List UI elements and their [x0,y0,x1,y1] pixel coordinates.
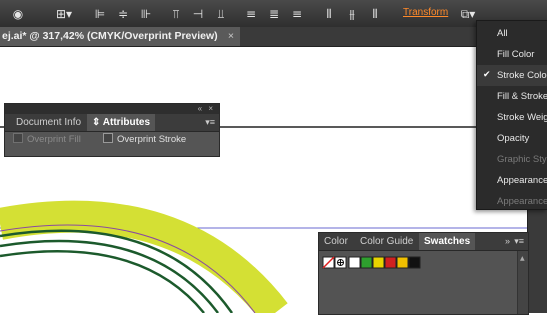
align-right-icon[interactable]: ⊪ [138,7,154,21]
menu-item-label: All [497,28,508,39]
collapse-icon[interactable]: « [198,104,204,113]
transform-link[interactable]: Transform [403,7,448,18]
transform-options-menu: All Fill Color ✔ Stroke Color Fill & Str… [476,20,547,210]
overprint-fill-row: Overprint Fill [13,133,81,145]
right-panel-strip [527,208,547,313]
panel-menu-icon[interactable]: ▾≡ [205,114,215,131]
align-bottom-icon[interactable]: ⫫ [213,7,229,21]
close-tab-icon[interactable]: × [228,27,234,46]
overprint-stroke-checkbox[interactable] [103,133,113,143]
menu-item-label: Fill Color [497,49,535,60]
swatch-black[interactable] [408,256,421,269]
swatch-registration[interactable] [334,256,347,269]
distribute-vcenter-icon[interactable]: ≣ [266,7,282,21]
align-top-icon[interactable]: ⫪ [168,7,184,21]
menu-item-appearance-attribute: Appearance Attribute [477,191,547,212]
panel-header[interactable]: « × [5,104,219,114]
attributes-panel: « × Document Info ⇕ Attributes ▾≡ Overpr… [4,103,220,157]
menu-item-label: Appearance Attribute [497,196,547,207]
document-title: ej.ai* @ 317,42% (CMYK/Overprint Preview… [2,30,218,42]
distribute-hcenter-icon[interactable]: ⫵ [344,7,360,21]
tab-attributes[interactable]: ⇕ Attributes [87,114,156,131]
panel-menu-icon[interactable]: ▾≡ [514,233,524,250]
align-left-icon[interactable]: ⊫ [92,7,108,21]
menu-item-graphic-style: Graphic Style [477,149,547,170]
menu-item-stroke-color[interactable]: ✔ Stroke Color [477,65,547,86]
menu-item-label: Appearance [497,175,547,186]
distribute-bottom-icon[interactable]: ≡ [289,7,305,21]
swatch-row [322,256,421,269]
menu-item-label: Stroke Weight [497,112,547,123]
expand-icon[interactable]: » [505,233,510,250]
distribute-right-icon[interactable]: ⫴ [367,7,383,21]
overprint-stroke-label: Overprint Stroke [117,134,187,145]
distribute-left-icon[interactable]: ⫴ [321,7,337,21]
swatch-green[interactable] [360,256,373,269]
menu-item-appearance[interactable]: Appearance [477,170,547,191]
swatches-scrollbar[interactable]: ▲ [517,251,528,314]
transform-options-icon[interactable]: ⧉▾ [456,7,480,21]
swatch-gold[interactable] [396,256,409,269]
panel-tabs: Color Color Guide Swatches » ▾≡ [319,233,528,251]
menu-item-label: Graphic Style [497,154,547,165]
tab-document-info[interactable]: Document Info [11,114,86,131]
checkmark-icon: ✔ [483,70,491,80]
overprint-fill-label: Overprint Fill [27,134,81,145]
swatch-white[interactable] [348,256,361,269]
tab-swatches[interactable]: Swatches [419,233,476,250]
align-hcenter-icon[interactable]: ≑ [115,7,131,21]
swatch-red[interactable] [384,256,397,269]
menu-item-label: Opacity [497,133,530,144]
arrange-icon[interactable]: ⊞▾ [52,7,76,21]
document-tab-bar: ej.ai* @ 317,42% (CMYK/Overprint Preview… [0,27,547,47]
menu-item-opacity[interactable]: Opacity [477,128,547,149]
overprint-fill-checkbox[interactable] [13,133,23,143]
menu-item-all[interactable]: All [477,23,547,44]
panel-tabs: Document Info ⇕ Attributes ▾≡ [5,114,219,132]
tab-color[interactable]: Color [319,233,353,250]
swatch-none[interactable] [322,256,335,269]
distribute-top-icon[interactable]: ≡ [243,7,259,21]
control-toolbar: ◉ ⊞▾ ⊫ ≑ ⊪ ⫪ ⊣ ⫫ ≡ ≣ ≡ ⫴ ⫵ ⫴ Transform ⧉… [0,0,547,28]
document-tab[interactable]: ej.ai* @ 317,42% (CMYK/Overprint Preview… [0,27,240,46]
menu-item-fill-color[interactable]: Fill Color [477,44,547,65]
globe-icon[interactable]: ◉ [10,7,26,21]
swatch-grid [319,251,528,314]
swatch-yellow[interactable] [372,256,385,269]
tab-attributes-label: Attributes [102,117,151,128]
scroll-up-icon[interactable]: ▲ [520,255,525,262]
close-icon[interactable]: × [208,104,215,113]
menu-item-stroke-weight[interactable]: Stroke Weight [477,107,547,128]
menu-item-label: Stroke Color [497,70,547,81]
menu-item-fill-stroke[interactable]: Fill & Stroke [477,86,547,107]
overprint-stroke-row: Overprint Stroke [103,133,186,145]
swatches-panel: Color Color Guide Swatches » ▾≡ ▲ [318,232,529,315]
menu-item-label: Fill & Stroke [497,91,547,102]
align-vcenter-icon[interactable]: ⊣ [190,7,206,21]
tab-color-guide[interactable]: Color Guide [355,233,418,250]
